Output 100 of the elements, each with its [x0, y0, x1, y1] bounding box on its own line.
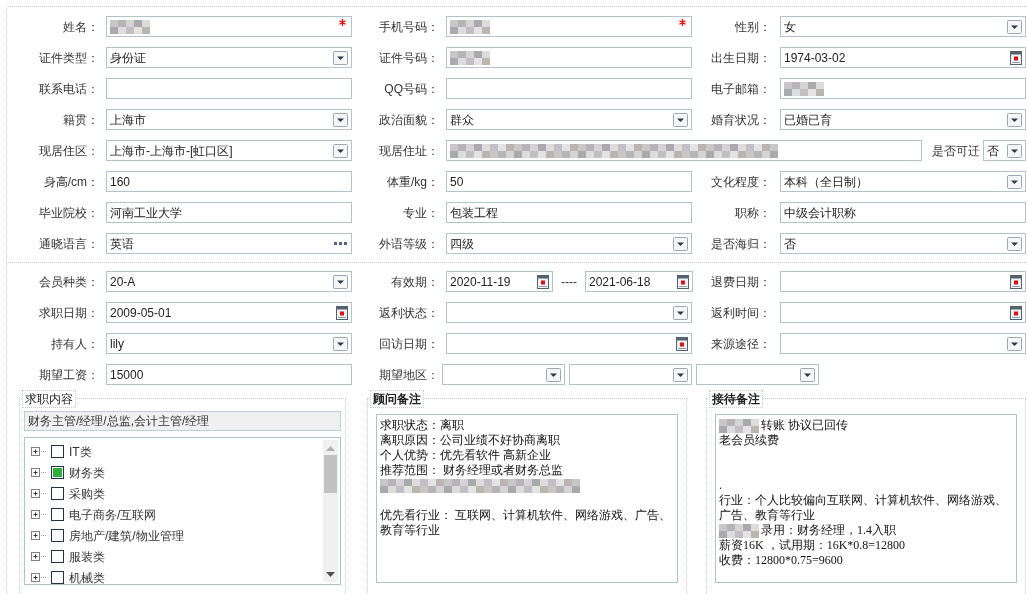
- tree-item[interactable]: 服装类: [69, 547, 105, 566]
- select-field[interactable]: 已婚已育: [780, 109, 1026, 130]
- field-label: 职称：: [734, 204, 771, 222]
- select-field[interactable]: 否: [780, 233, 1026, 254]
- date-field[interactable]: [780, 302, 1026, 323]
- tree-item[interactable]: 房地产/建筑/物业管理: [69, 526, 184, 545]
- select-field[interactable]: 否: [983, 140, 1026, 161]
- select-field[interactable]: [569, 364, 692, 385]
- redacted-block: [784, 81, 824, 96]
- checkbox[interactable]: [51, 445, 64, 458]
- text-field[interactable]: [106, 78, 352, 99]
- scrollbar[interactable]: [323, 440, 338, 582]
- tree-item[interactable]: IT类: [69, 442, 92, 461]
- dropdown-icon[interactable]: [333, 336, 348, 351]
- lookup-field[interactable]: 英语: [106, 233, 352, 254]
- select-field[interactable]: [446, 302, 692, 323]
- calendar-icon[interactable]: [336, 305, 348, 320]
- tree-item[interactable]: 机械类: [69, 568, 105, 584]
- text-field[interactable]: [106, 16, 352, 37]
- select-field[interactable]: 上海市: [106, 109, 352, 130]
- text-field[interactable]: [780, 78, 1026, 99]
- text-field[interactable]: 河南工业大学: [106, 202, 352, 223]
- select-field[interactable]: 上海市-上海市-[虹口区]: [106, 140, 352, 161]
- dropdown-icon[interactable]: [333, 143, 348, 158]
- select-field[interactable]: 20-A: [106, 271, 352, 292]
- tree-item[interactable]: 财务类: [69, 463, 105, 482]
- dropdown-icon[interactable]: [800, 367, 815, 382]
- dropdown-icon[interactable]: [333, 50, 348, 65]
- field-label: 手机号码：: [378, 18, 439, 36]
- select-field[interactable]: [696, 364, 819, 385]
- date-field[interactable]: [780, 271, 1026, 292]
- dropdown-icon[interactable]: [1007, 174, 1022, 189]
- expand-icon[interactable]: [31, 510, 47, 519]
- tree-item[interactable]: 采购类: [69, 484, 105, 503]
- expand-icon[interactable]: [31, 531, 47, 540]
- text-field[interactable]: 包装工程: [446, 202, 692, 223]
- select-field[interactable]: 四级: [446, 233, 692, 254]
- checkbox[interactable]: [51, 550, 64, 563]
- calendar-icon[interactable]: [676, 336, 688, 351]
- tree-item[interactable]: 电子商务/互联网: [69, 505, 157, 524]
- dropdown-icon[interactable]: [1007, 336, 1022, 351]
- text-field[interactable]: 160: [106, 171, 352, 192]
- date-field[interactable]: 2020-11-19: [446, 271, 553, 292]
- expand-icon[interactable]: [31, 447, 47, 456]
- text-field[interactable]: [446, 78, 692, 99]
- select-field[interactable]: lily: [106, 333, 352, 354]
- note-text: 个人优势：优先看软件 高新企业: [380, 448, 553, 463]
- calendar-icon[interactable]: [1010, 50, 1022, 65]
- expand-icon[interactable]: [31, 552, 47, 561]
- select-field[interactable]: 女: [780, 16, 1026, 37]
- date-field[interactable]: 2009-05-01: [106, 302, 352, 323]
- checkbox[interactable]: [51, 529, 64, 542]
- dropdown-icon[interactable]: [673, 112, 688, 127]
- expand-icon[interactable]: [31, 489, 47, 498]
- checkbox[interactable]: [51, 508, 64, 521]
- dropdown-icon[interactable]: [1007, 112, 1022, 127]
- dropdown-icon[interactable]: [1007, 19, 1022, 34]
- more-icon[interactable]: [334, 241, 348, 246]
- text-field[interactable]: [446, 16, 692, 37]
- field-label: 体重/kg：: [386, 173, 439, 191]
- dropdown-icon[interactable]: [1007, 236, 1022, 251]
- checkbox[interactable]: [51, 466, 64, 479]
- expand-icon[interactable]: [31, 468, 47, 477]
- calendar-icon[interactable]: [537, 274, 549, 289]
- select-field[interactable]: 身份证: [106, 47, 352, 68]
- expand-icon[interactable]: [31, 573, 47, 582]
- date-field[interactable]: [446, 333, 692, 354]
- calendar-icon[interactable]: [677, 274, 689, 289]
- dropdown-icon[interactable]: [673, 305, 688, 320]
- calendar-icon[interactable]: [1010, 274, 1022, 289]
- redacted-block: [450, 50, 490, 65]
- date-field[interactable]: 1974-03-02: [780, 47, 1026, 68]
- dropdown-icon[interactable]: [546, 367, 561, 382]
- select-field[interactable]: 群众: [446, 109, 692, 130]
- text-field[interactable]: 中级会计职称: [780, 202, 1026, 223]
- scroll-down-icon[interactable]: [326, 572, 335, 578]
- text-field[interactable]: [446, 47, 692, 68]
- dropdown-icon[interactable]: [673, 236, 688, 251]
- dropdown-icon[interactable]: [333, 112, 348, 127]
- selection-field[interactable]: 财务主管/经理/总监,会计主管/经理: [24, 411, 341, 431]
- dropdown-icon[interactable]: [1007, 143, 1022, 158]
- notes-area[interactable]: 求职状态：离职 离职原因：公司业绩不好协商离职 个人优势：优先看软件 高新企业 推荐范围： 财务经理或者财务总监 优先看行业： 互联网、计算机软件、网络游戏、广告、教育等行业: [376, 414, 678, 583]
- note-text: 优先看行业： 互联网、计算机软件、网络游戏、广告、教育等行业: [380, 508, 673, 538]
- notes-area[interactable]: 转账 协议已回传 老会员续费 . 行业：个人比较偏向互联网、计算机软件、网络游戏、广告、教育等行业 录用：财务经理，1.4入职 薪资16K ，试用期：16K*0.8=12800 收费：12800*0.75=9600: [715, 414, 1017, 583]
- dropdown-icon[interactable]: [333, 274, 348, 289]
- text-field[interactable]: 15000: [106, 364, 352, 385]
- scroll-thumb[interactable]: [324, 455, 337, 493]
- text-field[interactable]: 50: [446, 171, 692, 192]
- select-field[interactable]: [442, 364, 565, 385]
- note-text: 录用：财务经理，1.4入职: [761, 523, 896, 538]
- dropdown-icon[interactable]: [673, 367, 688, 382]
- text-field[interactable]: [446, 140, 922, 161]
- checkbox[interactable]: [51, 571, 64, 584]
- select-field[interactable]: 本科（全日制）: [780, 171, 1026, 192]
- note-text: 离职原因：公司业绩不好协商离职: [380, 433, 561, 448]
- select-field[interactable]: [780, 333, 1026, 354]
- redacted-block: [719, 418, 759, 433]
- checkbox[interactable]: [51, 487, 64, 500]
- date-field[interactable]: 2021-06-18: [585, 271, 693, 292]
- calendar-icon[interactable]: [1010, 305, 1022, 320]
